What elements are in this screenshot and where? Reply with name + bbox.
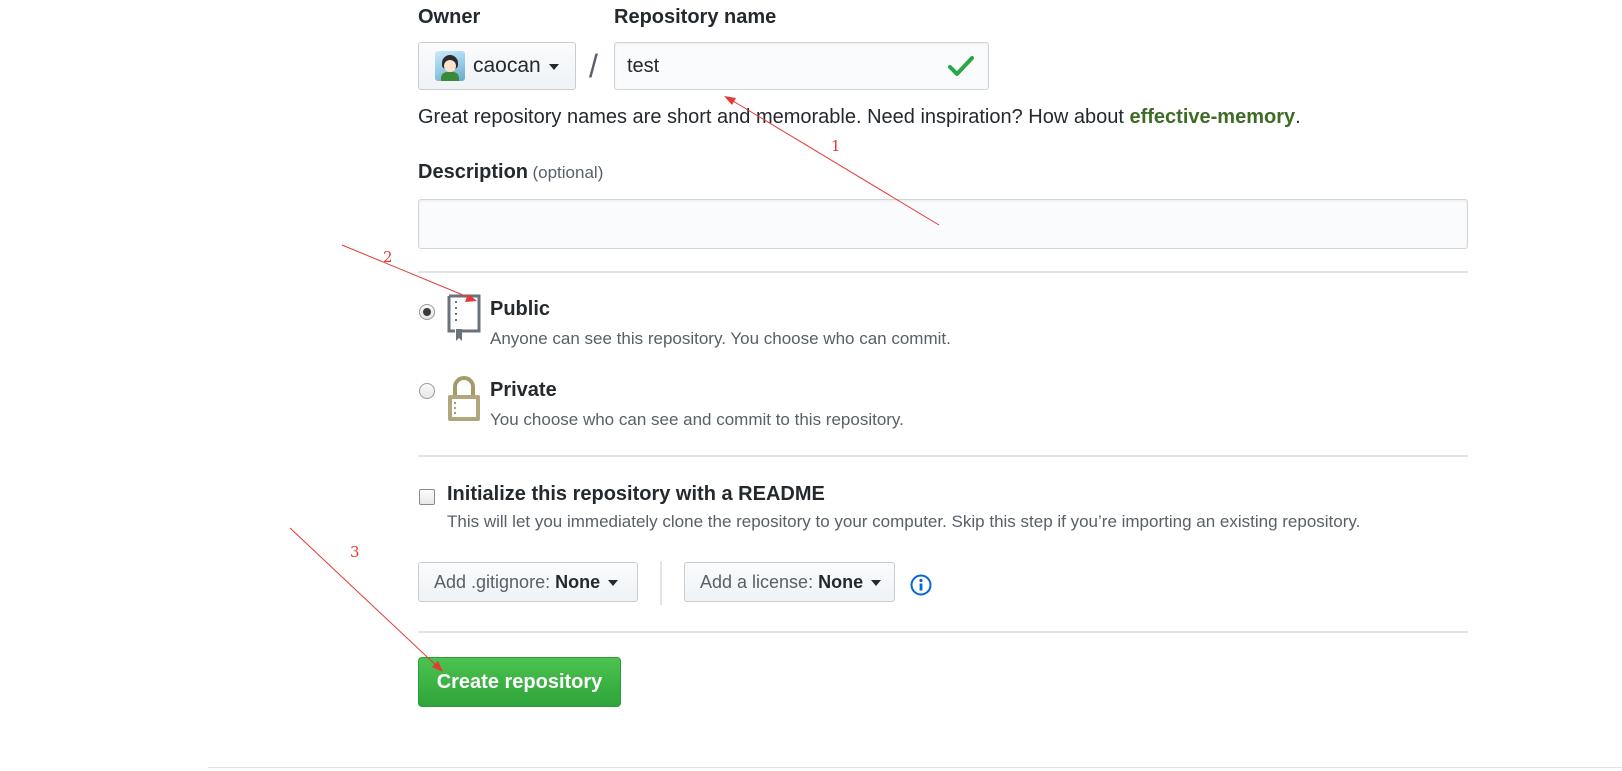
gitignore-select[interactable]: Add .gitignore: None bbox=[418, 562, 638, 602]
license-prefix: Add a license: bbox=[700, 571, 814, 592]
gitignore-value: None bbox=[555, 571, 601, 592]
repo-book-icon bbox=[447, 294, 481, 341]
description-label-row: Description (optional) bbox=[418, 161, 603, 184]
public-title: Public bbox=[490, 298, 551, 320]
init-readme-checkbox[interactable] bbox=[419, 489, 435, 505]
public-subtitle: Anyone can see this repository. You choo… bbox=[490, 329, 951, 348]
annotation-label-2: 2 bbox=[383, 248, 393, 266]
private-radio[interactable] bbox=[419, 383, 435, 399]
select-separator bbox=[660, 561, 662, 605]
owner-username: caocan bbox=[473, 54, 541, 77]
divider bbox=[418, 455, 1468, 457]
init-readme-title: Initialize this repository with a README bbox=[447, 483, 825, 505]
create-repository-button[interactable]: Create repository bbox=[418, 657, 621, 707]
divider bbox=[418, 271, 1468, 273]
owner-repo-separator: / bbox=[589, 48, 598, 84]
annotation-label-1: 1 bbox=[831, 137, 841, 155]
public-radio[interactable] bbox=[419, 304, 435, 320]
description-label: Description bbox=[418, 161, 529, 183]
license-value: None bbox=[818, 571, 864, 592]
annotation-label-3: 3 bbox=[350, 543, 360, 561]
owner-label: Owner bbox=[418, 6, 481, 28]
repo-name-input[interactable] bbox=[614, 42, 989, 90]
footer-divider bbox=[208, 767, 1622, 768]
chevron-down-icon bbox=[548, 64, 559, 70]
gitignore-prefix: Add .gitignore: bbox=[434, 571, 551, 592]
private-subtitle: You choose who can see and commit to thi… bbox=[490, 410, 904, 429]
info-icon[interactable] bbox=[910, 574, 932, 596]
lock-icon bbox=[448, 376, 480, 421]
description-optional: (optional) bbox=[532, 163, 604, 182]
avatar bbox=[435, 51, 465, 81]
description-input[interactable] bbox=[418, 199, 1468, 249]
private-title: Private bbox=[490, 379, 557, 401]
chevron-down-icon bbox=[871, 580, 882, 586]
hint-suffix: . bbox=[1295, 106, 1301, 128]
repo-name-label: Repository name bbox=[614, 6, 777, 28]
license-select[interactable]: Add a license: None bbox=[684, 562, 895, 602]
divider bbox=[418, 631, 1468, 633]
repo-name-hint: Great repository names are short and mem… bbox=[418, 106, 1301, 129]
owner-select[interactable]: caocan bbox=[418, 42, 576, 90]
name-suggestion-link[interactable]: effective-memory bbox=[1129, 106, 1295, 128]
check-icon bbox=[948, 56, 974, 76]
hint-text: Great repository names are short and mem… bbox=[418, 106, 1130, 128]
init-readme-subtitle: This will let you immediately clone the … bbox=[447, 512, 1361, 531]
chevron-down-icon bbox=[608, 580, 619, 586]
